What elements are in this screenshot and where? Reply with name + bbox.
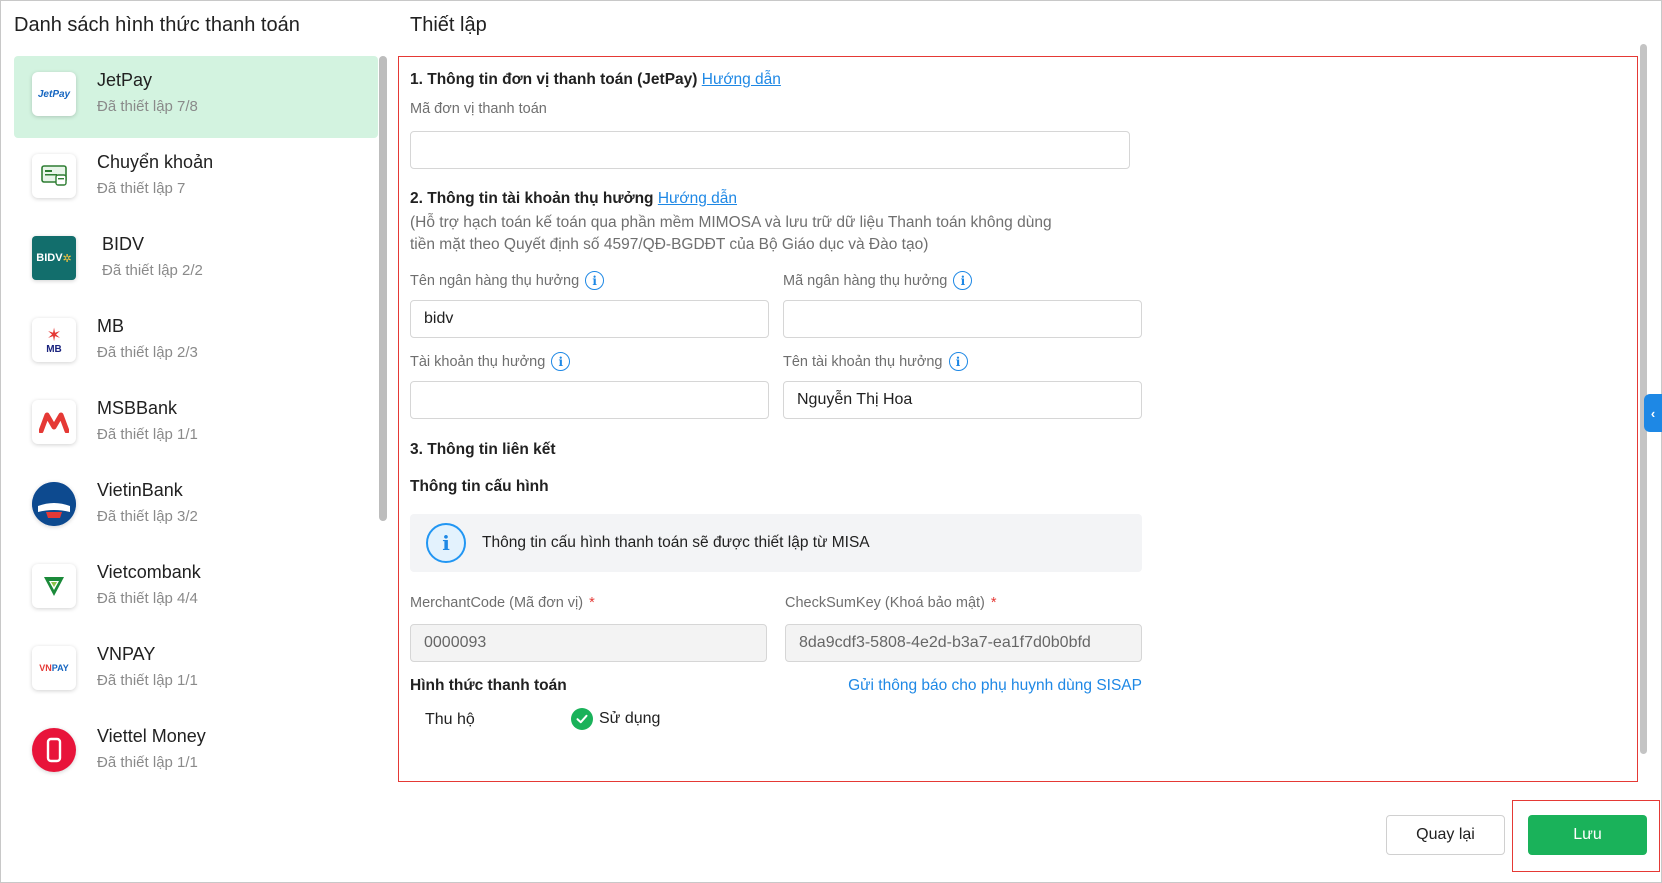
payment-list-title: Danh sách hình thức thanh toán (14, 14, 300, 36)
jetpay-logo-icon: JetPay (32, 72, 76, 116)
payment-method-name: Viettel Money (97, 726, 206, 746)
section2-title: 2. Thông tin tài khoản thụ hưởng Hướng d… (410, 190, 737, 207)
payment-method-name: BIDV (102, 234, 145, 254)
checksum-label: CheckSumKey (Khoá bảo mật) * (785, 595, 997, 611)
payment-method-status: Đã thiết lập 1/1 (97, 426, 198, 443)
payment-method-vnpay[interactable]: VNPAY VNPAY Đã thiết lập 1/1 (14, 630, 378, 712)
back-button[interactable]: Quay lại (1386, 815, 1505, 855)
payment-method-name: JetPay (97, 70, 153, 90)
payment-method-status: Đã thiết lập 2/3 (97, 344, 198, 361)
payment-method-name: Chuyển khoản (97, 152, 214, 172)
vietcombank-logo-icon (32, 564, 76, 608)
payment-method-status: Đã thiết lập 7 (97, 180, 186, 197)
config-title: Thông tin cấu hình (410, 478, 549, 495)
use-toggle[interactable]: Sử dụng (571, 708, 660, 730)
account-name-label: Tên tài khoản thụ hưởng i (783, 352, 968, 371)
bank-transfer-icon (32, 154, 76, 198)
payment-method-msbbank[interactable]: MSBBank Đã thiết lập 1/1 (14, 384, 378, 466)
payment-method-name: VNPAY (97, 644, 156, 664)
use-label: Sử dụng (599, 710, 661, 727)
payment-method-bidv[interactable]: BIDV ✲ BIDV Đã thiết lập 2/2 (14, 220, 378, 302)
checksum-input: 8da9cdf3-5808-4e2d-b3a7-ea1f7d0b0bfd (785, 624, 1142, 662)
section3-title: 3. Thông tin liên kết (410, 441, 556, 458)
section1-title: 1. Thông tin đơn vị thanh toán (JetPay) … (410, 71, 781, 88)
account-label: Tài khoản thụ hưởng i (410, 352, 571, 371)
merchant-code-input: 0000093 (410, 624, 767, 662)
section1-guide-link[interactable]: Hướng dẫn (702, 71, 781, 88)
chevron-left-icon: ‹ (1650, 405, 1656, 421)
payment-method-mb[interactable]: ✶ MB MB Đã thiết lập 2/3 (14, 302, 378, 384)
merchant-unit-label: Mã đơn vị thanh toán (410, 101, 547, 117)
collapse-panel-button[interactable]: ‹ (1644, 394, 1662, 432)
bank-name-label: Tên ngân hàng thụ hưởng i (410, 271, 605, 290)
payment-method-name: MB (97, 316, 124, 336)
payment-method-status: Đã thiết lập 1/1 (97, 754, 198, 771)
bidv-logo-icon: BIDV ✲ (32, 236, 76, 280)
payment-method-transfer[interactable]: Chuyển khoản Đã thiết lập 7 (14, 138, 378, 220)
payment-method-vietinbank[interactable]: VietinBank Đã thiết lập 3/2 (14, 466, 378, 548)
payment-method-status: Đã thiết lập 3/2 (97, 508, 198, 525)
vietinbank-logo-icon (32, 482, 76, 526)
payment-method-jetpay[interactable]: JetPay JetPay Đã thiết lập 7/8 (14, 56, 378, 138)
bank-code-input[interactable] (783, 300, 1142, 338)
vnpay-logo-icon: VNPAY (32, 646, 76, 690)
info-circle-icon: i (426, 523, 466, 563)
settings-panel: 1. Thông tin đơn vị thanh toán (JetPay) … (398, 56, 1638, 782)
section2-guide-link[interactable]: Hướng dẫn (658, 190, 737, 207)
payment-form-title: Hình thức thanh toán (410, 677, 567, 694)
account-name-input[interactable]: Nguyễn Thị Hoa (783, 381, 1142, 419)
payment-method-status: Đã thiết lập 2/2 (102, 262, 203, 279)
mb-logo-icon: ✶ MB (32, 318, 76, 362)
payment-method-viettel-money[interactable]: Viettel Money Đã thiết lập 1/1 (14, 712, 378, 784)
payment-method-name: Vietcombank (97, 562, 201, 582)
payment-method-list: JetPay JetPay Đã thiết lập 7/8 Chuyển kh… (14, 56, 378, 784)
payment-method-status: Đã thiết lập 1/1 (97, 672, 198, 689)
viettel-money-logo-icon (32, 728, 76, 772)
collect-label: Thu hộ (425, 711, 475, 728)
payment-method-status: Đã thiết lập 7/8 (97, 98, 198, 115)
payment-method-status: Đã thiết lập 4/4 (97, 590, 198, 607)
msb-logo-icon (32, 400, 76, 444)
payment-method-vietcombank[interactable]: Vietcombank Đã thiết lập 4/4 (14, 548, 378, 630)
settings-title: Thiết lập (410, 14, 487, 36)
info-icon[interactable]: i (948, 352, 968, 371)
info-icon[interactable]: i (585, 271, 605, 290)
merchant-unit-input[interactable] (410, 131, 1130, 169)
bank-code-label: Mã ngân hàng thụ hưởng i (783, 271, 973, 290)
section2-note-line1: (Hỗ trợ hạch toán kế toán qua phần mềm M… (410, 214, 1052, 231)
save-button[interactable]: Lưu (1528, 815, 1647, 855)
config-info-message: Thông tin cấu hình thanh toán sẽ được th… (482, 534, 870, 551)
bank-name-input[interactable]: bidv (410, 300, 769, 338)
info-icon[interactable]: i (953, 271, 973, 290)
info-icon[interactable]: i (551, 352, 571, 371)
section2-note-line2: tiền mặt theo Quyết định số 4597/QĐ-BGDĐ… (410, 236, 929, 253)
config-info-box: i Thông tin cấu hình thanh toán sẽ được … (410, 514, 1142, 572)
notify-parents-link[interactable]: Gửi thông báo cho phụ huynh dùng SISAP (831, 677, 1142, 695)
sidebar-scrollbar[interactable] (379, 56, 387, 521)
payment-method-name: VietinBank (97, 480, 183, 500)
check-icon (571, 708, 593, 730)
merchant-code-label: MerchantCode (Mã đơn vị) * (410, 595, 595, 611)
payment-method-name: MSBBank (97, 398, 178, 418)
account-input[interactable] (410, 381, 769, 419)
